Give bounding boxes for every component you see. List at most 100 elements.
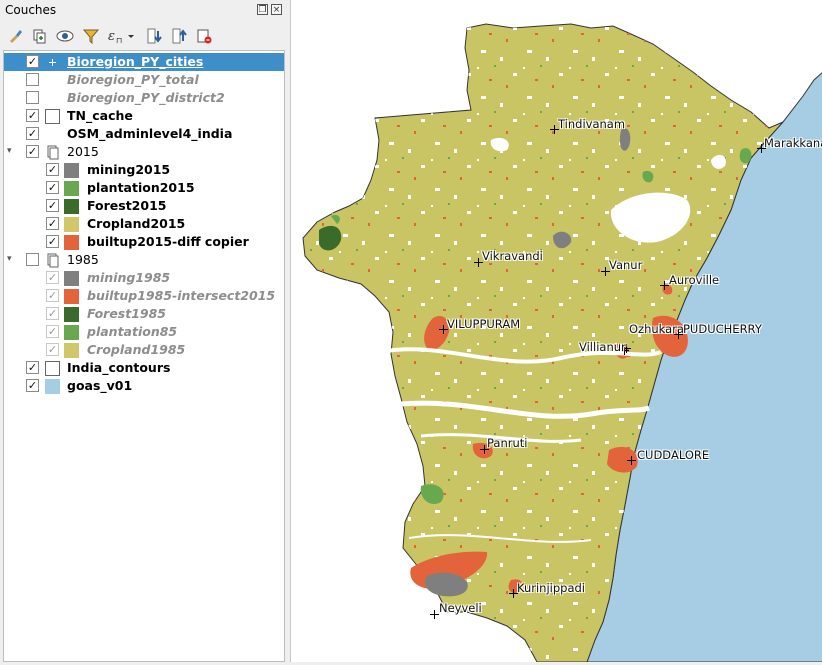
- map-canvas[interactable]: Tindivanam Marakkanam Vikravandi Vanur Aurov…: [290, 0, 822, 663]
- panel-title: Couches: [5, 3, 57, 17]
- no-symbol-icon: [45, 73, 60, 88]
- layer-row-plantation85[interactable]: ✓ plantation85: [4, 323, 284, 341]
- layer-row-cropland2015[interactable]: ✓ Cropland2015: [4, 215, 284, 233]
- layer-tree: ✓ Bioregion_PY_cities Bioregion_PY_total Bi…: [3, 50, 285, 662]
- fill-symbol-swatch: [64, 289, 79, 304]
- style-brush-icon[interactable]: [5, 26, 25, 46]
- collapse-all-icon[interactable]: [169, 26, 189, 46]
- layer-visibility-checkbox[interactable]: [26, 253, 39, 266]
- layer-label: Cropland1985: [87, 342, 186, 357]
- layer-visibility-checkbox[interactable]: ✓: [46, 325, 59, 338]
- layer-group-2015[interactable]: ▾ ✓ 2015: [4, 143, 284, 161]
- layer-visibility-checkbox[interactable]: ✓: [26, 109, 39, 122]
- layer-visibility-checkbox[interactable]: ✓: [26, 361, 39, 374]
- fill-symbol-swatch: [64, 271, 79, 286]
- city-label-vikravandi: Vikravandi: [482, 249, 543, 263]
- layer-label: Bioregion_PY_cities: [67, 54, 204, 69]
- layer-visibility-checkbox[interactable]: [26, 73, 39, 86]
- expand-all-icon[interactable]: [144, 26, 164, 46]
- filter-icon[interactable]: [81, 26, 101, 46]
- layer-visibility-checkbox[interactable]: ✓: [46, 199, 59, 212]
- layer-label: goas_v01: [67, 378, 133, 393]
- expression-filter-icon[interactable]: ε ⊓: [106, 26, 136, 46]
- layer-label: Bioregion_PY_total: [67, 72, 199, 87]
- layer-visibility-checkbox[interactable]: ✓: [26, 145, 39, 158]
- float-icon[interactable]: ❐: [257, 4, 268, 15]
- svg-text:ε: ε: [108, 29, 115, 44]
- layers-panel: Couches ❐ × ε ⊓ ✓ Bioregion_PY_cities Biore…: [0, 0, 285, 662]
- point-symbol-icon: [45, 55, 60, 70]
- layer-row-builtup1985-intersect2015[interactable]: ✓ builtup1985-intersect2015: [4, 287, 284, 305]
- layer-visibility-checkbox[interactable]: ✓: [26, 127, 39, 140]
- layer-label: 2015: [67, 144, 99, 159]
- remove-layer-icon[interactable]: [194, 26, 214, 46]
- close-icon[interactable]: ×: [271, 4, 282, 15]
- layer-label: OSM_adminlevel4_india: [67, 126, 233, 141]
- layer-visibility-checkbox[interactable]: ✓: [46, 235, 59, 248]
- layer-label: 1985: [67, 252, 99, 267]
- plantation-patch: [739, 148, 752, 164]
- fill-symbol-swatch: [64, 325, 79, 340]
- layer-row-india-contours[interactable]: ✓ India_contours: [4, 359, 284, 377]
- panel-titlebar: Couches ❐ ×: [0, 0, 285, 22]
- layer-visibility-checkbox[interactable]: ✓: [46, 343, 59, 356]
- layer-row-forest2015[interactable]: ✓ Forest2015: [4, 197, 284, 215]
- city-label-marakkanam: Marakkanam: [764, 136, 822, 150]
- fill-symbol-swatch: [64, 199, 79, 214]
- eye-visibility-icon[interactable]: [55, 26, 75, 46]
- layer-row-bioregion-py-cities[interactable]: ✓ Bioregion_PY_cities: [4, 53, 284, 71]
- layer-row-forest1985[interactable]: ✓ Forest1985: [4, 305, 284, 323]
- fill-symbol-swatch: [64, 343, 79, 358]
- city-marker-puducherry: [674, 330, 683, 339]
- layer-visibility-checkbox[interactable]: [26, 91, 39, 104]
- layer-row-osm-adminlevel4-india[interactable]: ✓ OSM_adminlevel4_india: [4, 125, 284, 143]
- layer-row-tn-cache[interactable]: ✓ TN_cache: [4, 107, 284, 125]
- layer-visibility-checkbox[interactable]: ✓: [26, 379, 39, 392]
- layer-row-mining2015[interactable]: ✓ mining2015: [4, 161, 284, 179]
- layer-label: plantation85: [87, 324, 178, 339]
- layer-row-plantation2015[interactable]: ✓ plantation2015: [4, 179, 284, 197]
- fill-symbol-swatch: [64, 235, 79, 250]
- layer-row-cropland1985[interactable]: ✓ Cropland1985: [4, 341, 284, 359]
- layer-label: India_contours: [67, 360, 171, 375]
- svg-text:⊓: ⊓: [116, 36, 122, 44]
- layers-toolbar: ε ⊓: [0, 24, 285, 48]
- layer-row-builtup2015-diff-copier[interactable]: ✓ builtup2015-diff copier: [4, 233, 284, 251]
- no-symbol-icon: [45, 127, 60, 142]
- layer-row-bioregion-py-total[interactable]: Bioregion_PY_total: [4, 71, 284, 89]
- city-label-cuddalore: CUDDALORE: [637, 448, 710, 462]
- city-label-neyveli: Neyveli: [439, 601, 482, 615]
- layer-label: Bioregion_PY_district2: [67, 90, 225, 105]
- fill-symbol-swatch: [64, 217, 79, 232]
- layer-visibility-checkbox[interactable]: ✓: [46, 307, 59, 320]
- city-label-auroville: Auroville: [669, 273, 720, 287]
- city-marker-auroville: [660, 281, 669, 290]
- layer-label: Forest2015: [87, 198, 167, 213]
- layer-visibility-checkbox[interactable]: ✓: [46, 163, 59, 176]
- layer-row-goas-v01[interactable]: ✓ goas_v01: [4, 377, 284, 395]
- layer-visibility-checkbox[interactable]: ✓: [46, 181, 59, 194]
- group-expander-icon[interactable]: ▾: [7, 254, 12, 264]
- layer-visibility-checkbox[interactable]: ✓: [26, 55, 39, 68]
- layer-label: TN_cache: [67, 108, 133, 123]
- layer-label: mining1985: [87, 270, 171, 285]
- city-label-tindivanam: Tindivanam: [558, 117, 626, 131]
- layer-label: builtup1985-intersect2015: [87, 288, 276, 303]
- layer-group-1985[interactable]: ▾ 1985: [4, 251, 284, 269]
- layer-visibility-checkbox[interactable]: ✓: [46, 271, 59, 284]
- city-label-viluppuram: VILUPPURAM: [447, 317, 521, 331]
- layer-row-mining1985[interactable]: ✓ mining1985: [4, 269, 284, 287]
- group-folder-icon: [45, 253, 60, 268]
- layer-row-bioregion-py-district2[interactable]: Bioregion_PY_district2: [4, 89, 284, 107]
- layer-visibility-checkbox[interactable]: ✓: [46, 289, 59, 302]
- layer-label: builtup2015-diff copier: [87, 234, 249, 249]
- layer-visibility-checkbox[interactable]: ✓: [46, 217, 59, 230]
- add-group-icon[interactable]: [29, 26, 49, 46]
- city-label-kurinjippadi: Kurinjippadi: [517, 581, 586, 595]
- group-expander-icon[interactable]: ▾: [7, 146, 12, 156]
- city-label-panruti: Panruti: [487, 436, 528, 450]
- fill-symbol-swatch: [64, 181, 79, 196]
- group-folder-icon: [45, 145, 60, 160]
- fill-symbol-swatch: [45, 379, 60, 394]
- city-label-villianur: Villianur: [579, 340, 626, 354]
